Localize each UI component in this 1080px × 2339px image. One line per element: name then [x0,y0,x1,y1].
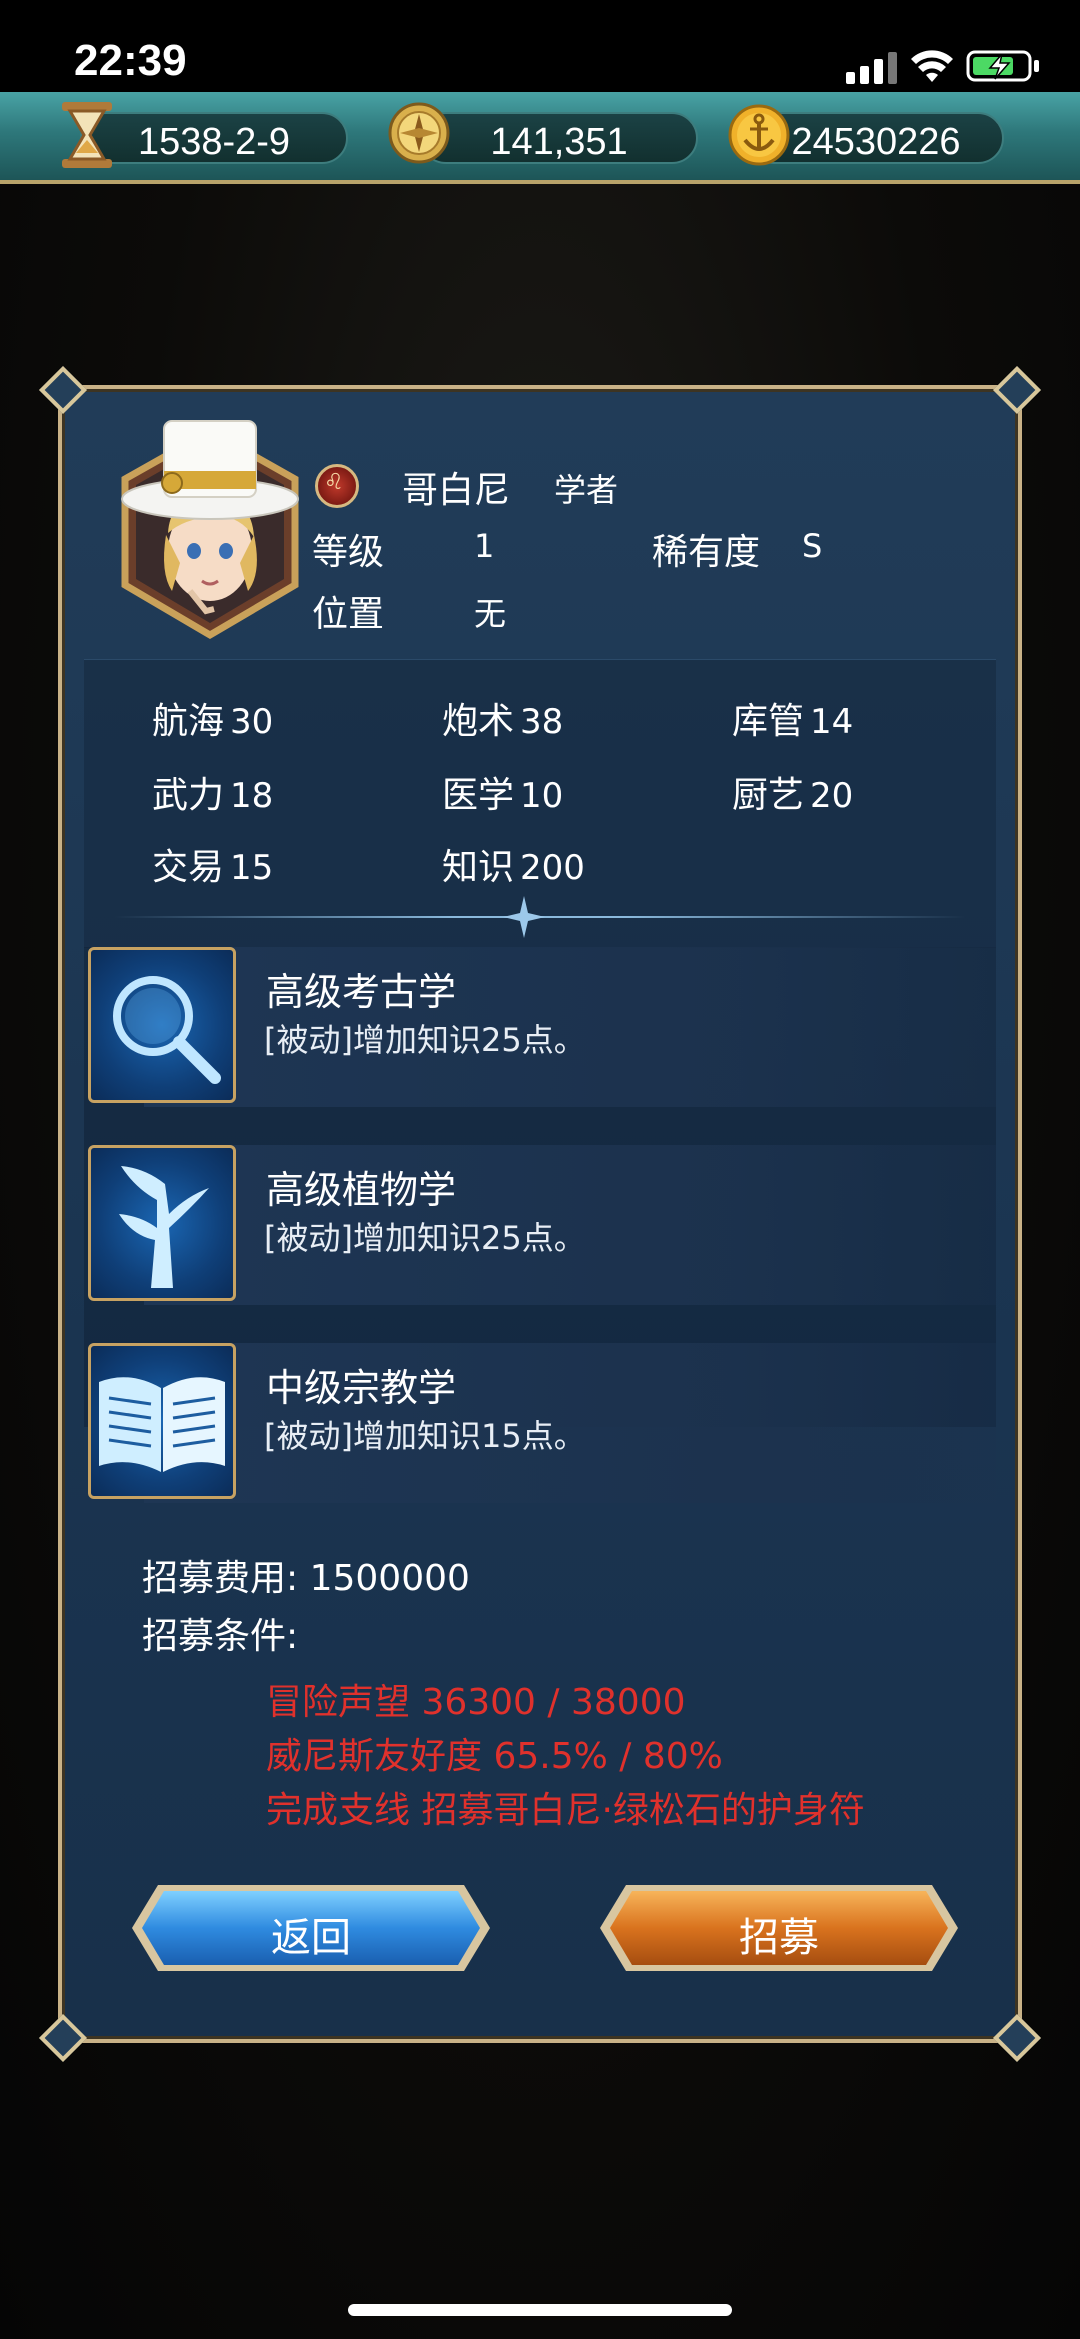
magnifier-icon [88,947,236,1103]
skill-item[interactable]: 高级考古学 [被动]增加知识25点。 [84,947,996,1107]
position-value: 无 [474,595,507,633]
status-bar: 22:39 [0,0,1080,92]
resource-bar: 1538-2-9 141,351 24530226 [0,92,1080,184]
recruit-condition: 冒险声望 36300 / 38000 [266,1682,686,1723]
skills-list: 高级考古学 [被动]增加知识25点。 高级植物学 [被动]增加知识25点。 中级… [84,947,996,1503]
battery-charging-icon [966,50,1039,82]
stats-panel: 航海 30 炮术 38 库管 14 武力 18 医学 10 厨艺 20 交易 15 知识 200 [84,659,996,948]
stat-item: 库管 14 [732,701,854,742]
stat-item: 医学 10 [442,775,564,816]
frame-corner-ornament [38,365,88,415]
hourglass-icon [62,102,112,168]
clock: 22:39 [74,36,187,85]
character-name: 哥白尼 [402,470,511,511]
stat-item: 厨艺 20 [732,775,854,816]
frame-corner-ornament [992,365,1042,415]
skill-name: 高级植物学 [266,1168,457,1212]
rarity-value: S [802,527,823,565]
character-recruit-dialog: ♌ 哥白尼 学者 等级 1 稀有度 S 位置 无 航海 30 炮术 38 库管 14 … [38,365,1042,2063]
date-value: 1538-2-9 [137,121,291,163]
date-display: 1538-2-9 [80,112,348,164]
home-indicator[interactable] [348,2304,732,2316]
skill-item[interactable]: 高级植物学 [被动]增加知识25点。 [84,1145,996,1305]
recruit-conditions-label: 招募条件: [142,1616,299,1657]
stat-item: 武力 18 [152,775,274,816]
gold-value: 141,351 [490,121,628,163]
compass-coin-icon [388,102,450,164]
recruit-condition: 完成支线 招募哥白尼·绿松石的护身符 [266,1790,865,1831]
skill-description: [被动]增加知识15点。 [264,1417,586,1455]
plant-icon [88,1145,236,1301]
frame-corner-ornament [38,2013,88,2063]
book-icon [88,1343,236,1499]
skill-description: [被动]增加知识25点。 [264,1219,586,1257]
recruit-button-label: 招募 [739,1915,819,1961]
recruit-condition: 威尼斯友好度 65.5% / 80% [266,1736,723,1777]
skill-name: 高级考古学 [266,970,457,1014]
recruit-cost: 招募费用: 1500000 [142,1558,470,1599]
skill-description: [被动]增加知识25点。 [264,1021,586,1059]
rarity-label: 稀有度 [652,532,761,573]
frame-corner-ornament [992,2013,1042,2063]
stat-item: 航海 30 [152,701,274,742]
skill-name: 中级宗教学 [266,1366,457,1410]
venice-lion-icon: ♌ [315,464,359,508]
back-button[interactable]: 返回 [128,1879,494,1977]
skill-item[interactable]: 中级宗教学 [被动]增加知识15点。 [84,1343,996,1503]
stat-item: 炮术 38 [442,701,564,742]
wifi-icon [911,50,953,82]
stat-item: 交易 15 [152,847,274,888]
stat-item: 知识 200 [442,847,585,888]
divider-ornament-icon [503,896,545,938]
back-button-label: 返回 [271,1915,351,1961]
signal-icon [846,52,897,84]
character-role: 学者 [554,471,619,509]
recruit-button[interactable]: 招募 [596,1879,962,1977]
level-label: 等级 [312,532,385,573]
character-portrait [121,420,299,640]
anchor-coin-icon [728,104,790,166]
gold-display: 141,351 [420,112,698,164]
position-label: 位置 [312,594,385,635]
level-value: 1 [474,527,495,565]
